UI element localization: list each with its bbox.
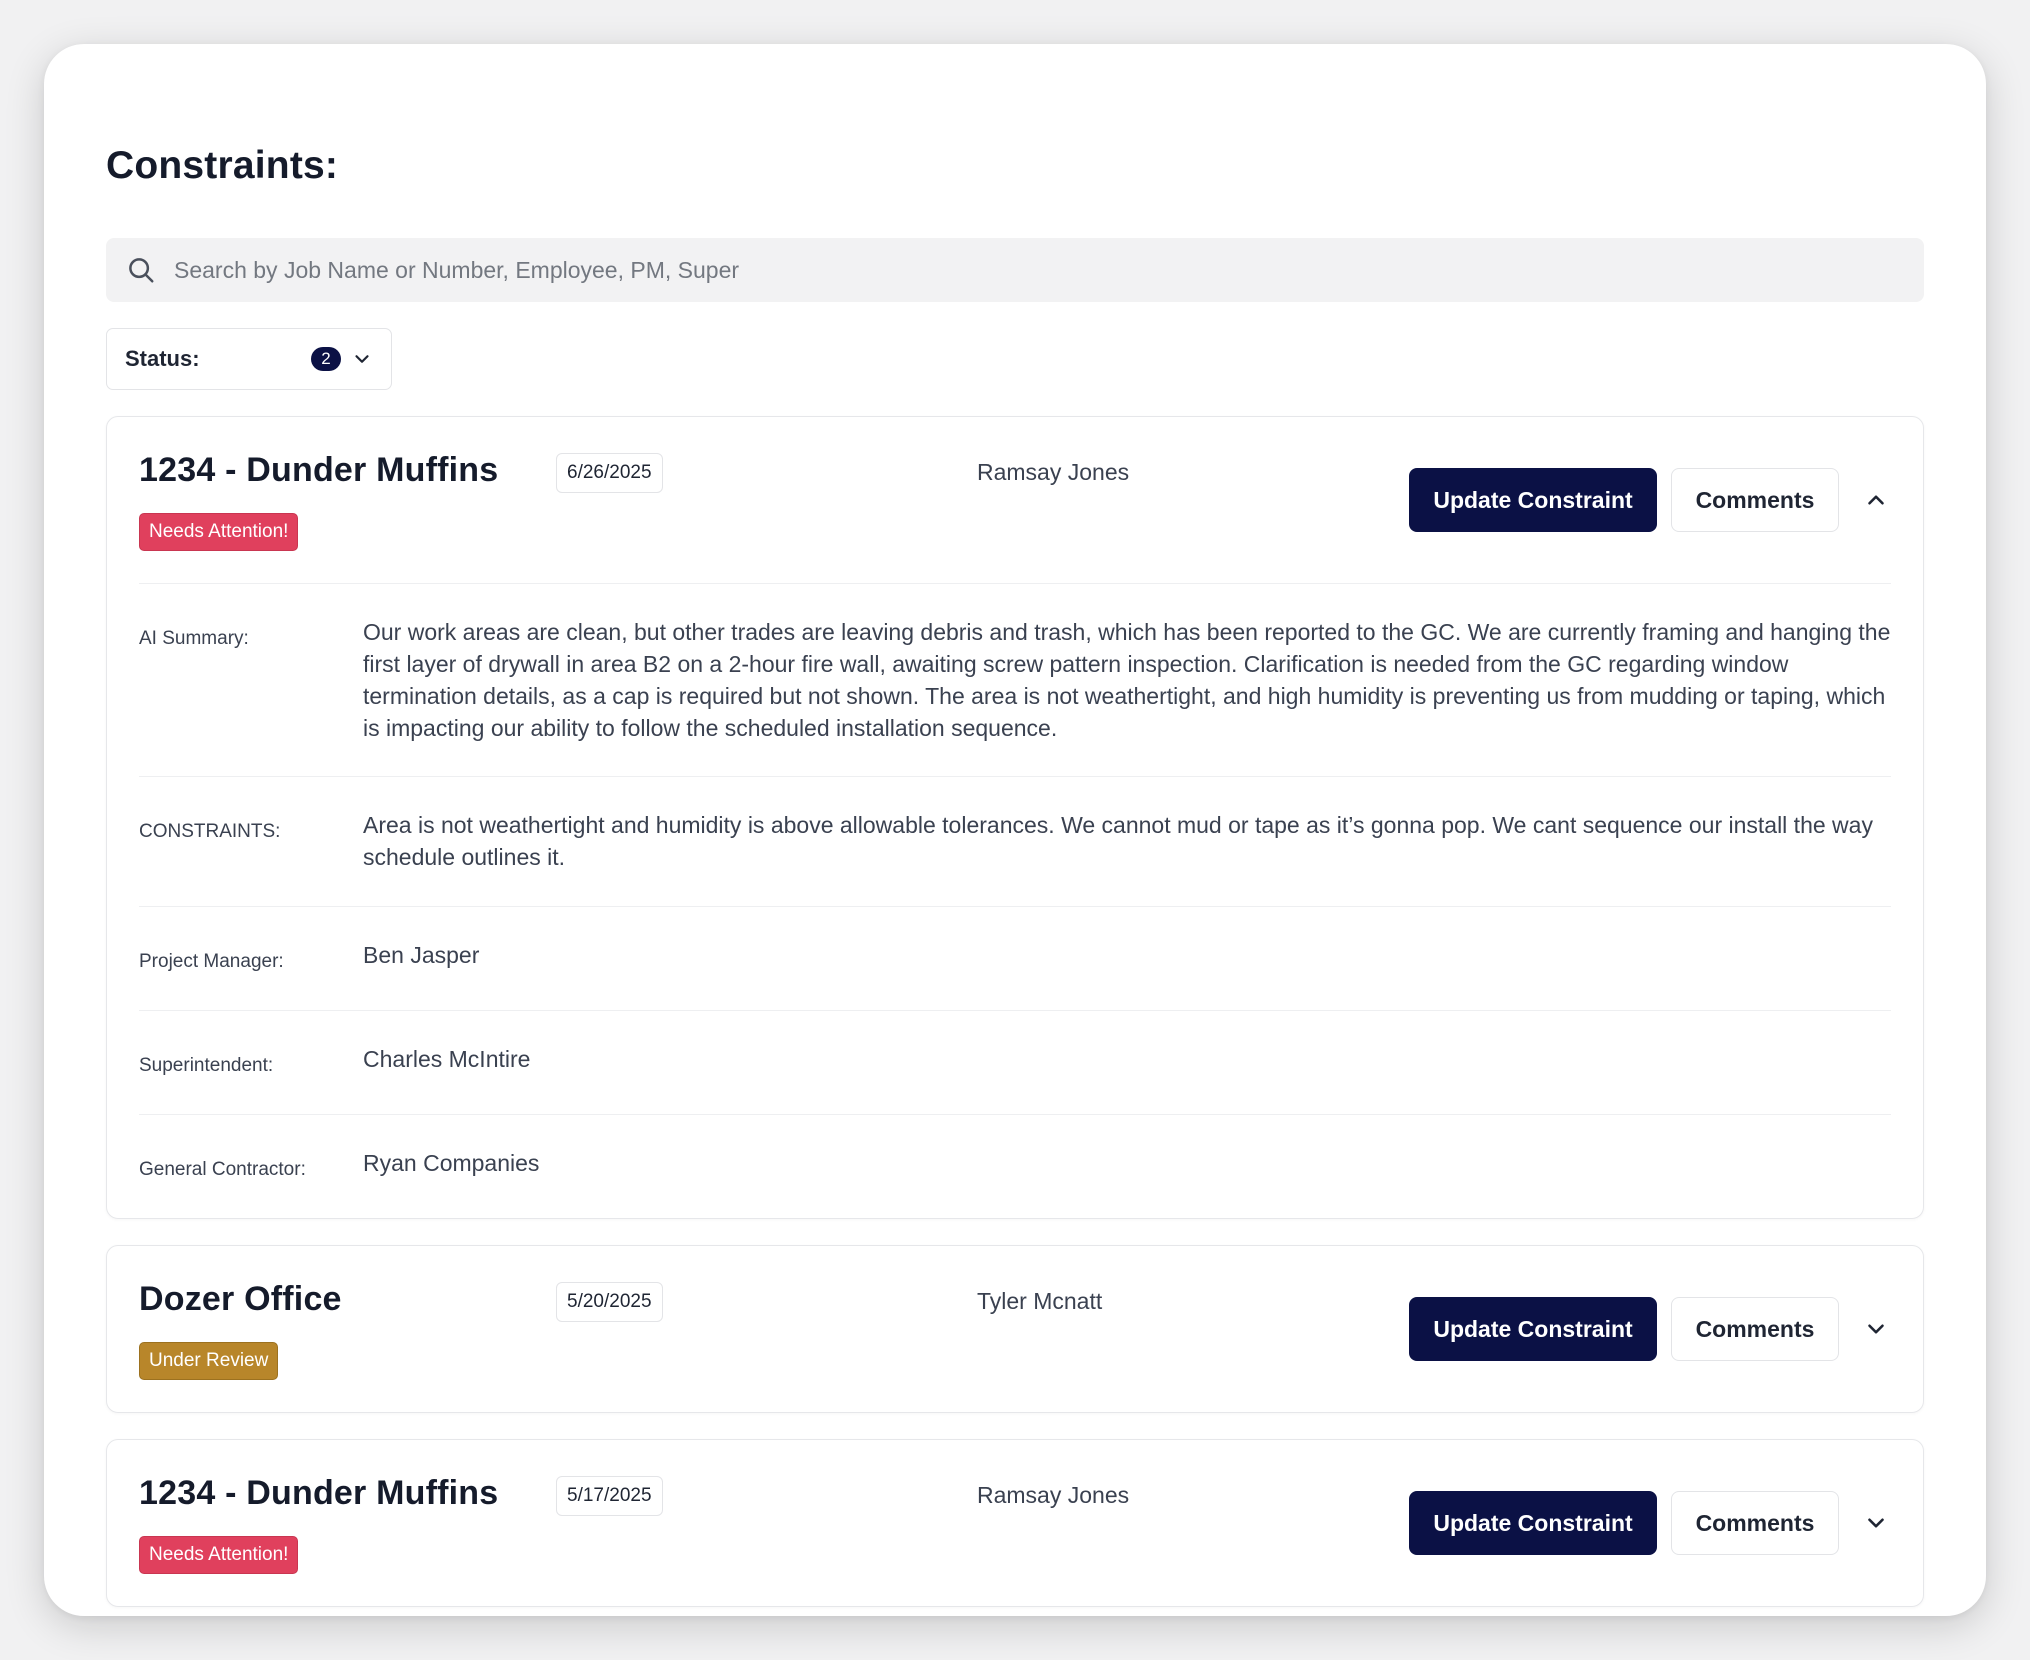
search-bar[interactable] [106,238,1924,302]
status-filter-count-badge: 2 [311,347,341,371]
chevron-up-icon[interactable] [1863,487,1889,513]
general-contractor-label: General Contractor: [139,1159,306,1180]
detail-row-superintendent: Superintendent: Charles McIntire [139,1010,1891,1114]
date-chip: 5/17/2025 [556,1476,663,1516]
update-constraint-button[interactable]: Update Constraint [1409,1491,1657,1555]
date-chip: 6/26/2025 [556,453,663,493]
constraints-panel: Constraints: Status: 2 1234 - Dunder Muf… [44,44,1986,1616]
constraint-card: Dozer Office 5/20/2025 Tyler Mcnatt Unde… [106,1245,1924,1413]
detail-row-general-contractor: General Contractor: Ryan Companies [139,1114,1891,1218]
date-chip: 5/20/2025 [556,1282,663,1322]
superintendent-label: Superintendent: [139,1055,274,1076]
superintendent-value: Charles McIntire [363,1046,531,1072]
constraint-card: 1234 - Dunder Muffins 5/17/2025 Ramsay J… [106,1439,1924,1607]
status-badge: Under Review [139,1342,279,1380]
update-constraint-button[interactable]: Update Constraint [1409,468,1657,532]
ai-summary-text: Our work areas are clean, but other trad… [363,619,1891,741]
card-header[interactable]: Dozer Office 5/20/2025 Tyler Mcnatt Unde… [107,1246,1923,1412]
card-header[interactable]: 1234 - Dunder Muffins 5/17/2025 Ramsay J… [107,1440,1923,1606]
chevron-down-icon[interactable] [1863,1316,1889,1342]
employee-name: Ramsay Jones [977,459,1130,485]
constraints-text: Area is not weathertight and humidity is… [363,812,1873,870]
job-title: Dozer Office [139,1280,342,1318]
constraints-label: CONSTRAINTS: [139,821,281,842]
detail-row-project-manager: Project Manager: Ben Jasper [139,906,1891,1010]
detail-row-constraints: CONSTRAINTS: Area is not weathertight an… [139,776,1891,906]
chevron-down-icon[interactable] [1863,1510,1889,1536]
employee-name: Ramsay Jones [977,1482,1130,1508]
project-manager-label: Project Manager: [139,951,284,972]
status-filter-label: Status: [125,346,200,371]
search-input[interactable] [172,255,1924,285]
employee-name: Tyler Mcnatt [977,1288,1103,1314]
comments-button[interactable]: Comments [1671,1297,1839,1361]
page-title: Constraints: [106,144,339,187]
search-icon [129,258,154,283]
general-contractor-value: Ryan Companies [363,1150,540,1176]
status-badge: Needs Attention! [139,1536,299,1574]
status-filter-dropdown[interactable]: Status: 2 [106,328,392,390]
update-constraint-button[interactable]: Update Constraint [1409,1297,1657,1361]
chevron-down-icon [355,355,369,363]
constraint-card: 1234 - Dunder Muffins 6/26/2025 Ramsay J… [106,416,1924,1219]
comments-button[interactable]: Comments [1671,468,1839,532]
card-details: AI Summary: Our work areas are clean, bu… [139,583,1891,1218]
job-title: 1234 - Dunder Muffins [139,451,499,489]
card-header[interactable]: 1234 - Dunder Muffins 6/26/2025 Ramsay J… [107,417,1923,583]
project-manager-value: Ben Jasper [363,942,480,968]
status-badge: Needs Attention! [139,513,299,551]
comments-button[interactable]: Comments [1671,1491,1839,1555]
detail-row-ai-summary: AI Summary: Our work areas are clean, bu… [139,583,1891,776]
ai-summary-label: AI Summary: [139,628,249,649]
job-title: 1234 - Dunder Muffins [139,1474,499,1512]
